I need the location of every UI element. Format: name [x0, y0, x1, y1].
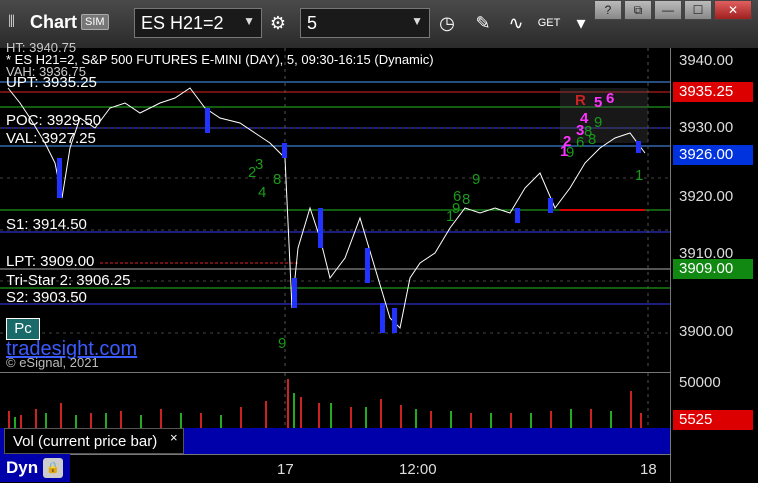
- minimize-icon[interactable]: —: [654, 0, 682, 20]
- lpt-label: LPT: 3909.00: [6, 253, 95, 270]
- restore-icon[interactable]: ⧉: [624, 0, 652, 20]
- volume-study-name: Vol (current price bar): [13, 433, 158, 450]
- tristar-label: Tri-Star 2: 3906.25: [6, 272, 131, 289]
- volume-tag: 5525: [673, 410, 753, 430]
- axis-tick: 3900.00: [679, 323, 734, 340]
- chevron-down-icon[interactable]: ▼: [411, 14, 423, 28]
- time-label: 17: [277, 461, 294, 478]
- chart-title: Chart: [30, 12, 78, 32]
- s1-label: S1: 3914.50: [6, 216, 87, 233]
- volume-axis-tick: 50000: [679, 374, 721, 391]
- lock-icon[interactable]: 🔒: [43, 458, 63, 478]
- price-chart-canvas: [0, 48, 670, 370]
- price-tag-green: 3909.00: [673, 259, 753, 279]
- time-axis[interactable]: 17 12:00 18: [0, 454, 670, 483]
- interval-value: 5: [307, 13, 318, 33]
- seq-count-marker: 6: [606, 90, 615, 107]
- symbol-value: ES H21=2: [141, 13, 224, 33]
- risk-marker: R: [575, 92, 586, 109]
- s2-label: S2: 3903.50: [6, 289, 87, 306]
- maximize-icon[interactable]: ☐: [684, 0, 712, 20]
- copyright: © eSignal, 2021: [6, 355, 99, 370]
- price-axis[interactable]: 3940.00 3935.25 3930.00 3926.00 3920.00 …: [670, 48, 758, 482]
- price-tag-blue: 3926.00: [673, 145, 753, 165]
- seq-marker: 1: [446, 208, 455, 225]
- help-icon[interactable]: ?: [594, 0, 622, 20]
- study-icon[interactable]: ∿: [503, 10, 529, 36]
- dyn-label: Dyn: [6, 458, 39, 477]
- symbol-field[interactable]: ES H21=2 ▼: [134, 8, 262, 38]
- seq-marker: 9: [472, 171, 481, 188]
- seq-count-marker: 4: [580, 110, 589, 127]
- close-study-icon[interactable]: ×: [170, 430, 178, 445]
- chart-toolbar: ⦀ Chart SIM ES H21=2 ▼ ⚙ 5 ▼ ◷ ✎ ∿ GET ▾…: [0, 0, 758, 49]
- price-tag-red: 3935.25: [673, 82, 753, 102]
- down-caret-icon[interactable]: ▾: [568, 10, 594, 36]
- interval-field[interactable]: 5 ▼: [300, 8, 430, 38]
- volume-canvas: [8, 373, 649, 429]
- seq-marker: 1: [635, 167, 644, 184]
- time-label: 18: [640, 461, 657, 478]
- poc-label: POC: 3929.50: [6, 112, 102, 129]
- clock-icon[interactable]: ◷: [434, 10, 460, 36]
- axis-tick: 3920.00: [679, 188, 734, 205]
- time-label: 12:00: [399, 461, 437, 478]
- drag-grip-icon[interactable]: ⦀: [8, 14, 15, 32]
- axis-tick: 3940.00: [679, 52, 734, 69]
- seq-marker: 8: [462, 191, 471, 208]
- volume-study-label[interactable]: Vol (current price bar): [4, 428, 184, 454]
- seq-count-marker: 5: [594, 94, 603, 111]
- seq-marker: 4: [258, 184, 267, 201]
- seq-marker: 9: [278, 335, 287, 352]
- pencil-icon[interactable]: ✎: [470, 10, 496, 36]
- close-icon[interactable]: ✕: [714, 0, 752, 20]
- price-chart[interactable]: * ES H21=2, S&P 500 FUTURES E-MINI (DAY)…: [0, 40, 670, 370]
- axis-tick: 3930.00: [679, 119, 734, 136]
- seq-marker: 9: [594, 114, 603, 131]
- pc-button[interactable]: Pc: [6, 318, 40, 340]
- upt-label: UPT: 3935.25: [6, 74, 97, 91]
- val-label: VAL: 3927.25: [6, 130, 96, 147]
- ht-label: HT: 3940.75: [6, 40, 77, 55]
- seq-marker: 8: [273, 171, 282, 188]
- get-icon[interactable]: GET: [536, 10, 562, 36]
- volume-study-bar[interactable]: Vol (current price bar) ×: [0, 428, 670, 454]
- seq-marker: 3: [255, 156, 264, 173]
- chevron-down-icon[interactable]: ▼: [243, 14, 255, 28]
- settings-gear-icon[interactable]: ⚙: [265, 10, 291, 36]
- sim-badge: SIM: [81, 14, 109, 30]
- dyn-button[interactable]: Dyn 🔒: [0, 454, 70, 482]
- volume-panel[interactable]: [0, 372, 670, 429]
- seq-count-marker: 2: [563, 133, 572, 150]
